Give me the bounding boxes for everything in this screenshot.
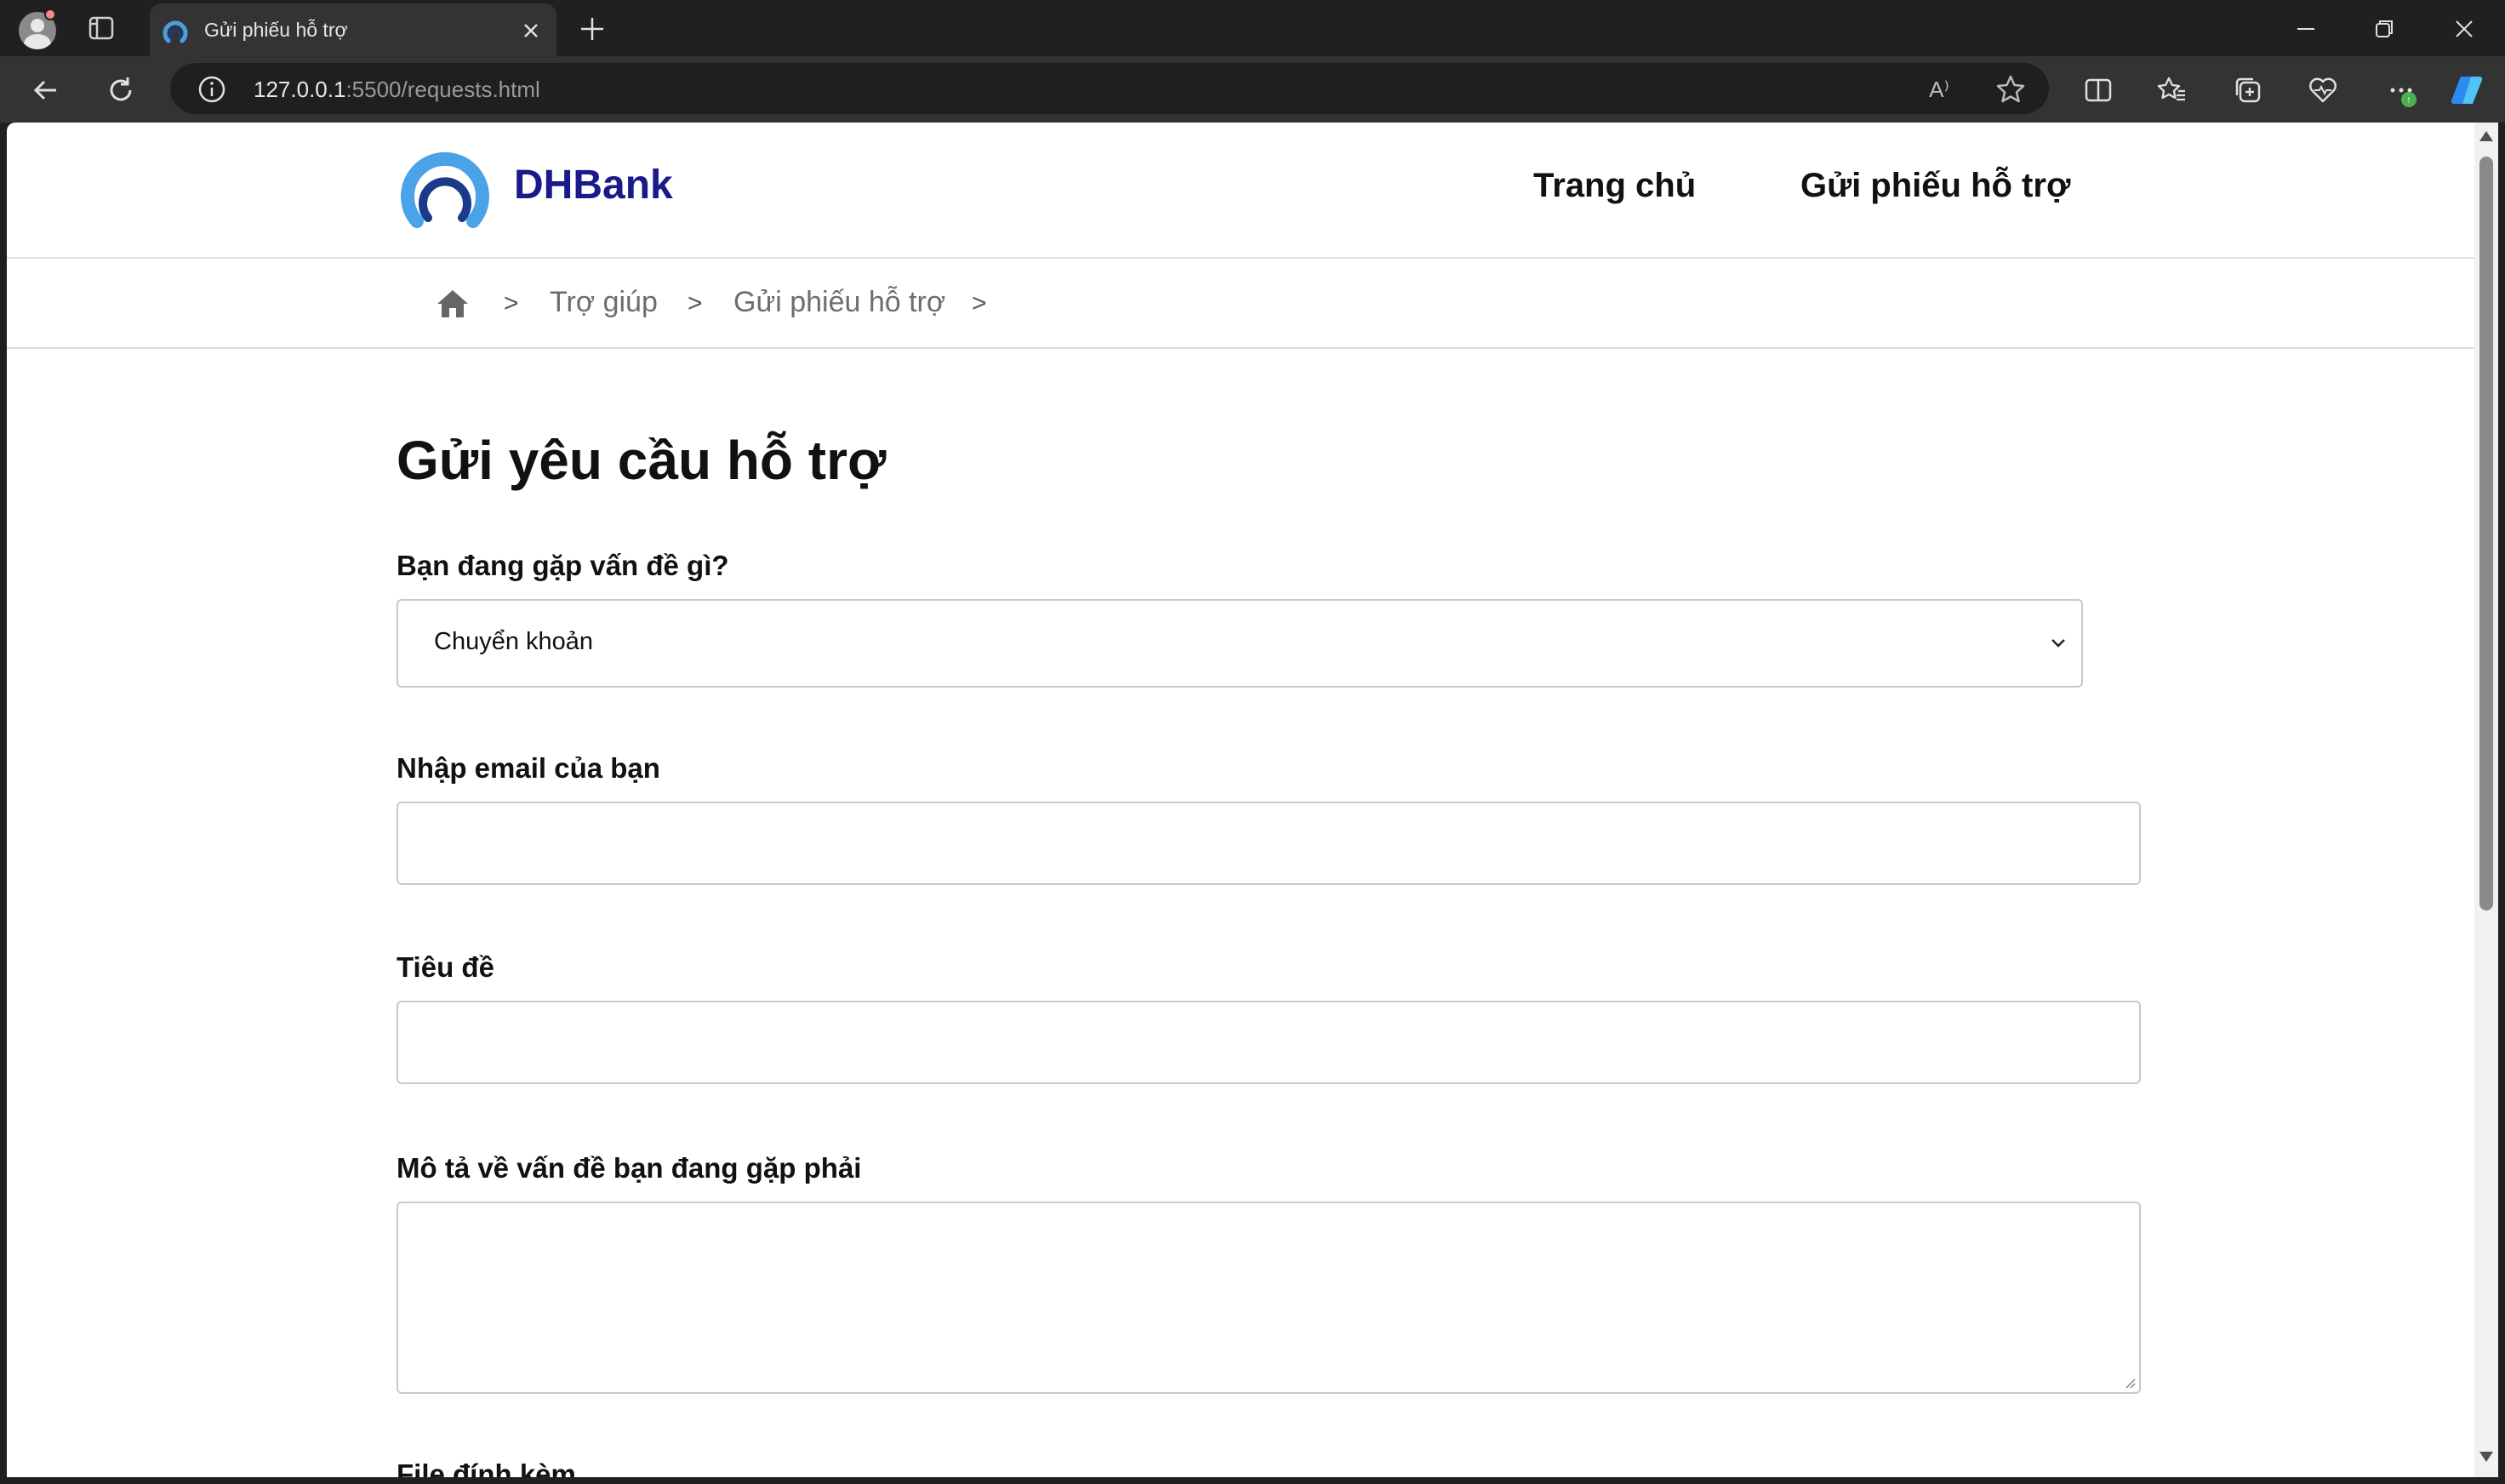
email-label: Nhập email của bạn xyxy=(397,752,660,784)
url-path: :5500/requests.html xyxy=(345,77,540,102)
breadcrumb-separator: > xyxy=(972,289,987,317)
breadcrumb-separator: > xyxy=(504,289,519,317)
favorites-icon[interactable] xyxy=(2153,71,2190,109)
page-title: Gửi yêu cầu hỗ trợ xyxy=(397,430,887,491)
copilot-icon[interactable] xyxy=(2449,71,2486,109)
favorite-star-icon[interactable] xyxy=(1994,73,2027,106)
back-arrow-icon[interactable] xyxy=(27,71,65,109)
read-aloud-icon[interactable]: A⁾ xyxy=(1923,73,1955,106)
description-field[interactable] xyxy=(397,1201,2141,1394)
dhbank-logo-icon[interactable] xyxy=(398,143,492,228)
subject-field[interactable] xyxy=(397,1001,2141,1084)
browser-titlebar: Gửi phiếu hỗ trợ xyxy=(0,0,2505,56)
scrollbar-thumb[interactable] xyxy=(2479,157,2493,910)
email-input[interactable] xyxy=(398,803,2139,883)
new-tab-icon[interactable] xyxy=(575,12,609,46)
site-info-icon[interactable] xyxy=(197,75,226,104)
page-viewport: DHBank Trang chủ Gửi phiếu hỗ trợ > Trợ … xyxy=(7,123,2474,1477)
url-host: 127.0.0.1 xyxy=(254,77,346,102)
issue-type-selected-value: Chuyển khoản xyxy=(434,628,594,655)
restore-icon[interactable] xyxy=(2367,12,2401,46)
site-header: DHBank Trang chủ Gửi phiếu hỗ trợ xyxy=(7,123,2474,259)
address-bar[interactable]: 127.0.0.1:5500/requests.html A⁾ xyxy=(170,63,2049,114)
scroll-down-arrow-icon[interactable] xyxy=(2479,1452,2493,1462)
browser-essentials-icon[interactable] xyxy=(2304,71,2342,109)
subject-input[interactable] xyxy=(398,1002,2139,1082)
brand-name[interactable]: DHBank xyxy=(514,162,673,208)
breadcrumb-separator: > xyxy=(688,289,703,317)
breadcrumb-ticket-link[interactable]: Gửi phiếu hỗ trợ xyxy=(733,286,945,319)
page-scrollbar[interactable] xyxy=(2474,123,2498,1477)
subject-label: Tiêu đề xyxy=(397,951,494,983)
email-field[interactable] xyxy=(397,802,2141,885)
attachment-label: File đính kèm xyxy=(397,1458,576,1477)
nav-home-link[interactable]: Trang chủ xyxy=(1533,167,1696,205)
tab-title: Gửi phiếu hỗ trợ xyxy=(204,19,348,41)
split-screen-icon[interactable] xyxy=(2080,71,2117,109)
home-icon[interactable] xyxy=(436,288,470,320)
close-tab-icon[interactable] xyxy=(517,17,545,44)
collections-icon[interactable] xyxy=(2229,71,2267,109)
scroll-up-arrow-icon[interactable] xyxy=(2479,131,2493,141)
close-window-icon[interactable] xyxy=(2447,12,2481,46)
minimize-icon[interactable] xyxy=(2289,12,2323,46)
url-text: 127.0.0.1:5500/requests.html xyxy=(254,77,540,103)
breadcrumb-help-link[interactable]: Trợ giúp xyxy=(550,286,658,319)
breadcrumb: > Trợ giúp > Gửi phiếu hỗ trợ > xyxy=(7,260,2474,349)
nav-support-ticket-link[interactable]: Gửi phiếu hỗ trợ xyxy=(1800,167,2070,205)
favicon-icon xyxy=(162,17,189,44)
description-label: Mô tả về vấn đề bạn đang gặp phải xyxy=(397,1152,862,1184)
issue-type-select[interactable]: Chuyển khoản xyxy=(397,599,2083,688)
profile-notification-dot xyxy=(44,9,56,20)
description-textarea[interactable] xyxy=(398,1203,2139,1392)
browser-toolbar: 127.0.0.1:5500/requests.html A⁾ ↑ xyxy=(0,56,2505,123)
chevron-down-icon xyxy=(2049,636,2068,650)
update-badge-icon: ↑ xyxy=(2401,92,2417,107)
browser-tab-active[interactable]: Gửi phiếu hỗ trợ xyxy=(150,3,556,56)
issue-type-label: Bạn đang gặp vấn đề gì? xyxy=(397,550,729,581)
tab-actions-icon[interactable] xyxy=(87,15,116,41)
resize-handle-icon[interactable] xyxy=(2122,1375,2136,1389)
reload-icon[interactable] xyxy=(102,71,140,109)
